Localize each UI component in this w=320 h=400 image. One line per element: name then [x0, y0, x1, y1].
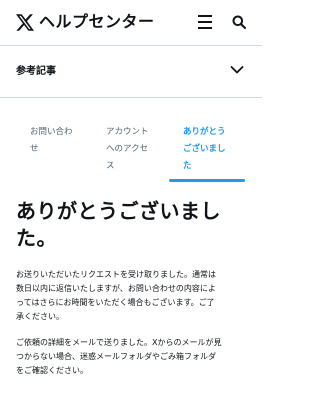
tab-bar: お問い合わ せ アカウント へのアクセ ス ありがとう ございまし た: [0, 98, 262, 184]
reference-articles-toggle[interactable]: 参考記事: [0, 46, 262, 98]
tab-contact[interactable]: お問い合わ せ: [30, 124, 92, 158]
page-title-line: た。: [16, 226, 57, 250]
tab-label-line: ございまし: [183, 144, 226, 154]
confirmation-paragraph: お送りいただいたリクエストを受け取りました。通常は 数日以内に返信いたしますが、…: [16, 268, 248, 324]
search-icon[interactable]: [232, 15, 246, 29]
paragraph-line: をご確認ください。: [16, 366, 88, 375]
reference-articles-label: 参考記事: [16, 66, 56, 77]
tab-label-line: へのアクセ: [106, 144, 149, 154]
paragraph-line: お送りいただいたリクエストを受け取りました。通常は: [16, 270, 216, 279]
tab-label-line: アカウント: [106, 127, 149, 137]
hamburger-menu-icon[interactable]: [198, 15, 214, 29]
brand-title[interactable]: ヘルプセンター: [39, 12, 155, 32]
tab-label-line: せ: [30, 144, 39, 154]
tab-label-line: ありがとう: [183, 127, 226, 137]
paragraph-line: つからない場合、迷惑メールフォルダやごみ箱フォルダ: [16, 352, 216, 361]
tab-account-access[interactable]: アカウント へのアクセ ス: [106, 124, 168, 175]
chevron-glyph: [230, 66, 244, 74]
menu-bar-top: [198, 15, 212, 17]
paragraph-line: 数日以内に返信いたしますが、お問い合わせの内容によ: [16, 284, 216, 293]
page-title-line: ありがとうございまし: [16, 199, 221, 223]
menu-bar-middle: [198, 21, 212, 23]
tab-label-line: た: [183, 161, 192, 171]
paragraph-line: 承ください。: [16, 312, 64, 321]
active-tab-indicator: [169, 179, 245, 182]
search-glyph: [232, 15, 246, 29]
email-notice-paragraph: ご依頼の詳細をメールで送りました。Xからのメールが見 つからない場合、迷惑メール…: [16, 336, 248, 378]
x-logo-icon[interactable]: [16, 14, 34, 31]
tab-thank-you[interactable]: ありがとう ございまし た: [183, 124, 245, 175]
x-logo-glyph: [16, 14, 34, 31]
menu-bar-bottom: [198, 27, 212, 29]
tab-label-line: ス: [106, 161, 115, 171]
tab-label-line: お問い合わ: [30, 127, 73, 137]
paragraph-line: ご依頼の詳細をメールで送りました。Xからのメールが見: [16, 338, 222, 347]
chevron-down-icon: [230, 65, 244, 75]
site-header: ヘルプセンター: [0, 0, 262, 46]
page-title: ありがとうございまし た。: [16, 198, 252, 252]
paragraph-line: ってはさらにお時間をいただく場合もございます。ご了: [16, 298, 215, 307]
